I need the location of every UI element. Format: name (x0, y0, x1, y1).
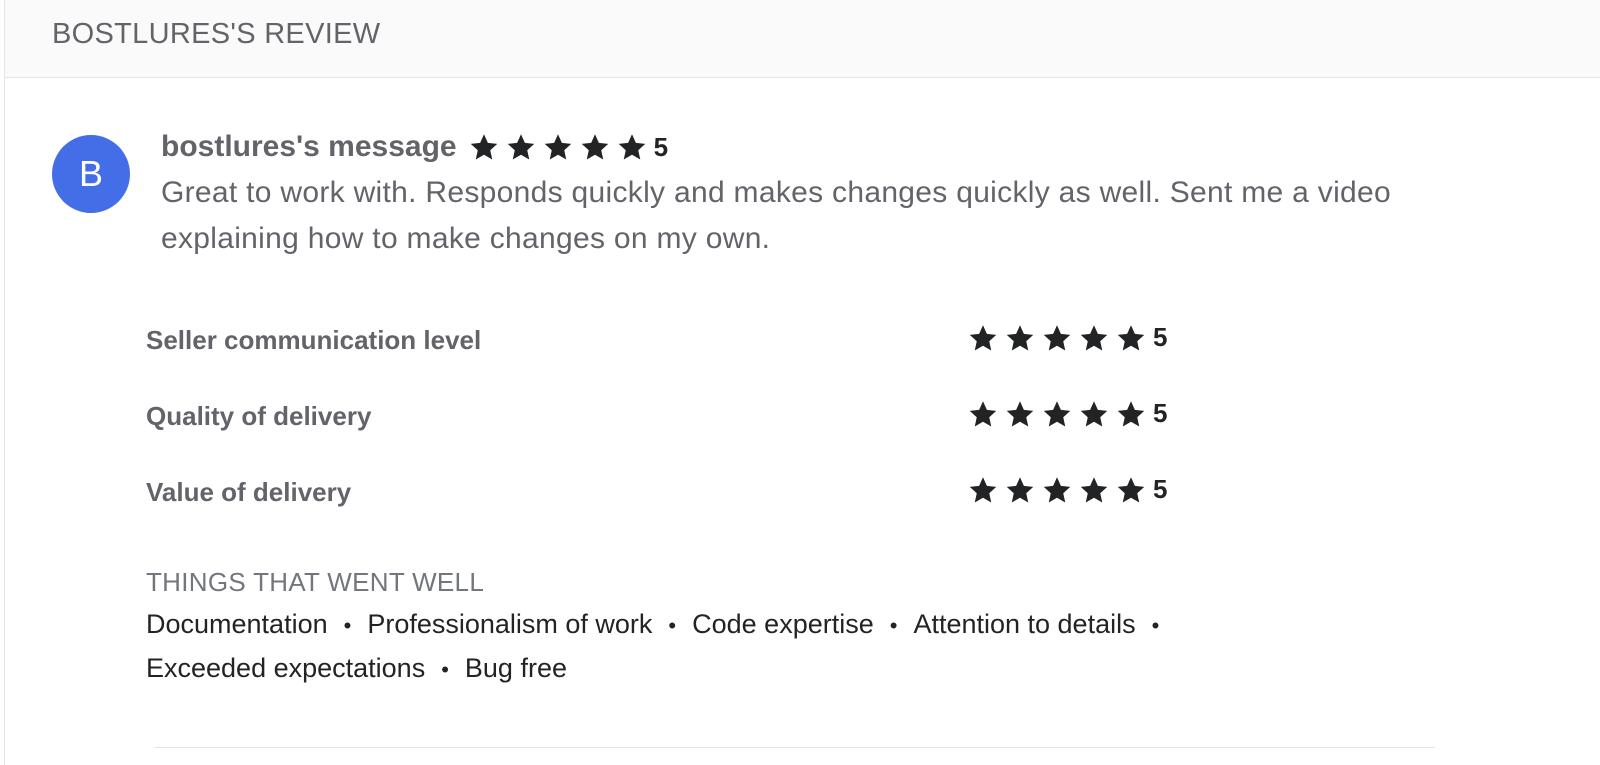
star-icon (968, 399, 998, 429)
positive-tag: Code expertise (692, 609, 874, 639)
star-icon (1042, 475, 1072, 505)
star-icon (1079, 323, 1109, 353)
avatar[interactable]: B (52, 135, 130, 213)
criteria-stars (968, 399, 1153, 429)
star-icon (1079, 399, 1109, 429)
criteria-stars (968, 475, 1153, 505)
star-icon (968, 323, 998, 353)
criteria-stars (968, 323, 1153, 353)
positive-tag: Bug free (464, 653, 567, 683)
message-rating-value: 5 (653, 131, 669, 162)
star-icon (968, 475, 998, 505)
criteria-row-communication: Seller communication level 5 (146, 320, 1246, 360)
criteria-rating-value: 5 (1153, 398, 1168, 428)
star-icon (1005, 399, 1035, 429)
message-rating-stars (469, 132, 654, 162)
positive-tag: Professionalism of work (367, 609, 653, 639)
star-icon (1005, 323, 1035, 353)
star-icon (543, 132, 573, 162)
star-icon (1116, 475, 1146, 505)
star-icon (1042, 323, 1072, 353)
star-icon (1005, 475, 1035, 505)
bullet-separator: • (1151, 613, 1160, 638)
criteria-label: Quality of delivery (146, 401, 372, 431)
star-icon (469, 132, 499, 162)
message-author: bostlures's message (161, 130, 457, 163)
star-icon (1079, 475, 1109, 505)
criteria-rating-value: 5 (1153, 474, 1168, 504)
criteria-rating: 5 (968, 474, 1167, 505)
star-icon (617, 132, 647, 162)
star-icon (506, 132, 536, 162)
bullet-separator: • (343, 613, 352, 638)
review-title: BOSTLURES'S REVIEW (52, 18, 381, 50)
bullet-separator: • (441, 657, 449, 682)
star-icon (1042, 399, 1072, 429)
star-icon (1116, 323, 1146, 353)
positive-tag: Exceeded expectations (146, 653, 426, 683)
criteria-label: Value of delivery (146, 477, 352, 507)
things-went-well-title: THINGS THAT WENT WELL (146, 567, 485, 597)
bullet-separator: • (889, 613, 898, 638)
criteria-row-value: Value of delivery 5 (146, 472, 1246, 512)
review-panel: BOSTLURES'S REVIEW B bostlures's message… (4, 0, 1600, 765)
criteria-rating: 5 (968, 398, 1167, 429)
criteria-rating-value: 5 (1153, 322, 1168, 352)
star-icon (580, 132, 610, 162)
review-message-text: Great to work with. Responds quickly and… (161, 176, 1392, 255)
criteria-rating: 5 (968, 322, 1167, 353)
positive-tag: Documentation (146, 609, 328, 639)
star-icon (1116, 399, 1146, 429)
criteria-label: Seller communication level (146, 325, 482, 355)
bullet-separator: • (668, 613, 677, 638)
criteria-row-quality: Quality of delivery 5 (146, 396, 1246, 436)
message-heading: bostlures's message 5 (161, 127, 668, 167)
divider (155, 747, 1435, 748)
things-went-well-list: Documentation • Professionalism of work • Co… (146, 603, 1296, 691)
positive-tag: Attention to details (913, 609, 1136, 639)
review-header: BOSTLURES'S REVIEW (5, 0, 1600, 78)
